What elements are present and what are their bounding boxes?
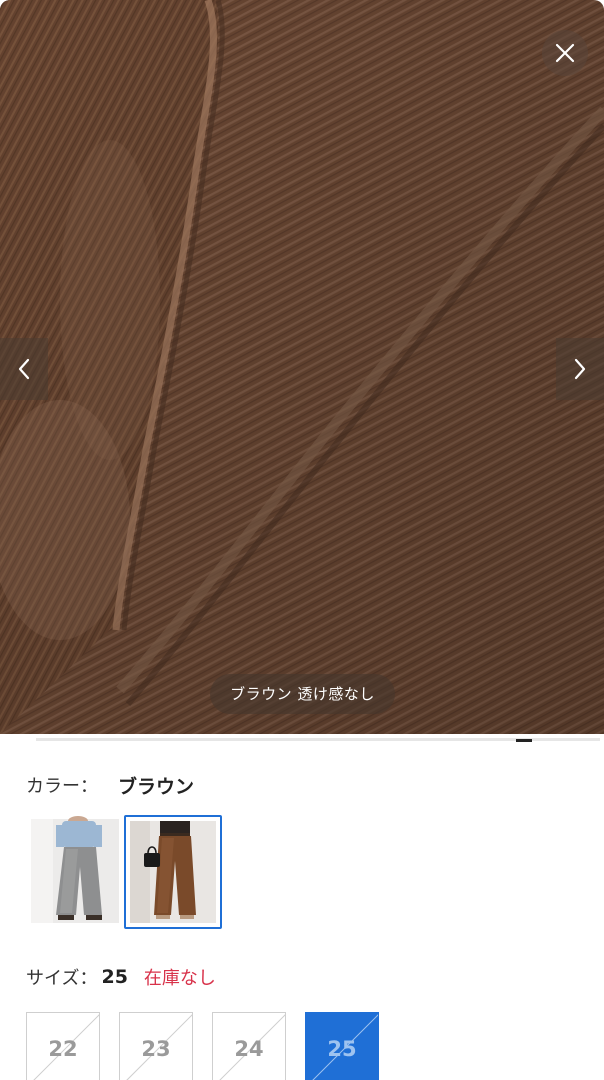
size-option-label: 23 xyxy=(141,1037,171,1061)
size-option-label: 22 xyxy=(48,1037,78,1061)
next-image-button[interactable] xyxy=(556,338,604,400)
size-selector-header: サイズ： 25 在庫なし xyxy=(26,964,216,990)
gallery-scroll-thumb xyxy=(516,739,532,742)
size-option-24[interactable]: 24 xyxy=(212,1012,286,1080)
product-detail-page: ブラウン 透け感なし カラー： ブラウン サイズ： 25 在庫なし 22 23 … xyxy=(0,0,604,1080)
fabric-photo xyxy=(0,0,604,734)
color-swatch-brown[interactable] xyxy=(124,815,222,929)
size-option-25[interactable]: 25 xyxy=(305,1012,379,1080)
product-image-gallery[interactable]: ブラウン 透け感なし xyxy=(0,0,604,734)
color-label: カラー： xyxy=(26,776,98,797)
size-option-23[interactable]: 23 xyxy=(119,1012,193,1080)
chevron-left-icon xyxy=(18,358,30,380)
selected-size-value: 25 xyxy=(101,966,128,988)
previous-image-button[interactable] xyxy=(0,338,48,400)
color-selector-header: カラー： ブラウン xyxy=(26,772,194,798)
brown-pants-thumbnail xyxy=(130,821,216,923)
color-swatch-gray[interactable] xyxy=(26,815,124,929)
size-option-label: 24 xyxy=(234,1037,264,1061)
size-option-label: 25 xyxy=(327,1037,357,1061)
selected-color-value: ブラウン xyxy=(118,775,195,798)
gray-pants-thumbnail xyxy=(31,816,119,923)
close-button[interactable] xyxy=(542,30,588,76)
size-option-22[interactable]: 22 xyxy=(26,1012,100,1080)
stock-status-badge: 在庫なし xyxy=(143,968,216,989)
close-icon xyxy=(555,43,575,63)
chevron-right-icon xyxy=(574,358,586,380)
size-label: サイズ： xyxy=(26,968,98,989)
image-caption: ブラウン 透け感なし xyxy=(210,674,395,714)
